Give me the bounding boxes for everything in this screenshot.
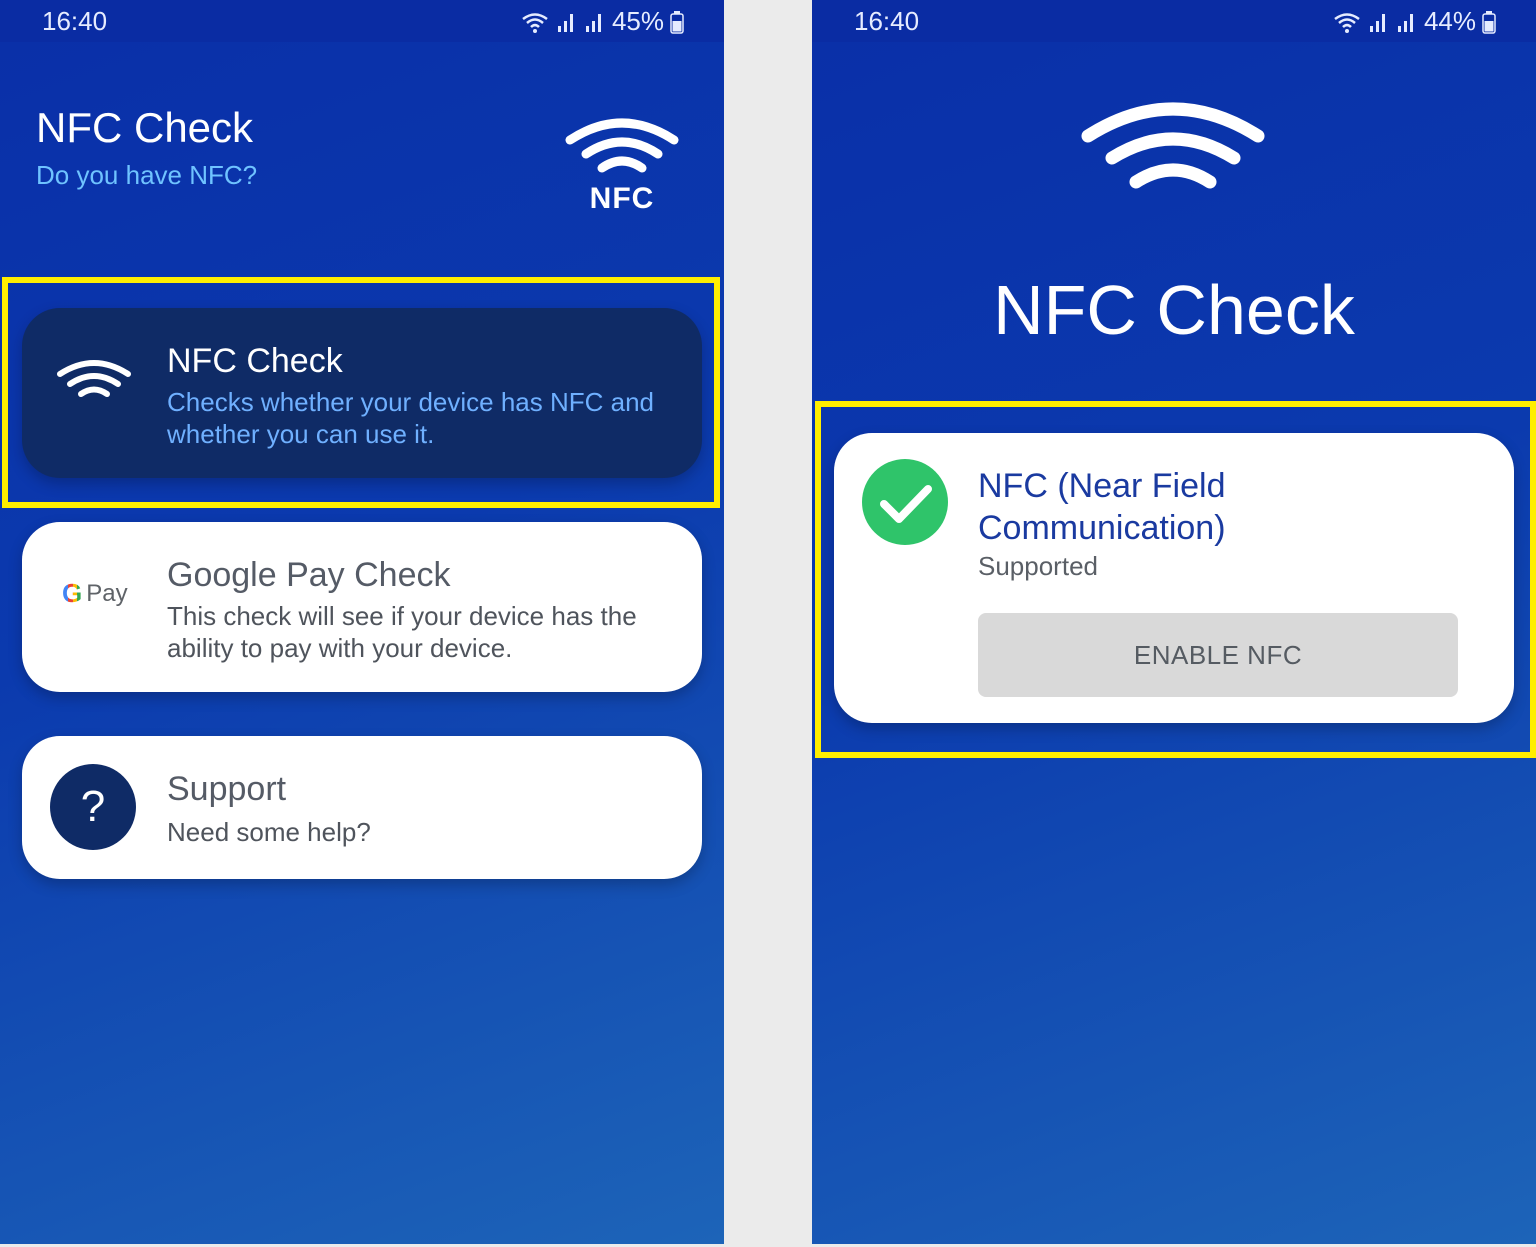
card-title: Support (167, 770, 287, 808)
status-bar: 16:40 44% (812, 0, 1536, 42)
signal-icon (1397, 13, 1413, 32)
card-description: This check will see if your device has t… (167, 601, 637, 663)
nfc-waves-icon (57, 360, 131, 397)
battery-percent: 45% (611, 6, 664, 36)
question-icon: ? (50, 764, 136, 850)
pay-text: Pay (86, 579, 128, 607)
battery-icon (670, 10, 684, 34)
nfc-logo-icon (1081, 102, 1265, 189)
nfc-check-card[interactable]: NFC Check Checks whether your device has… (22, 308, 702, 478)
app-title: NFC Check (36, 104, 254, 151)
status-time: 16:40 (42, 6, 108, 36)
result-title: NFC (Near Field Communication) (978, 467, 1226, 547)
nfc-result-card: NFC (Near Field Communication) Supported… (834, 433, 1514, 723)
app-subtitle: Do you have NFC? (36, 160, 258, 190)
google-pay-logo: G Pay (62, 578, 128, 609)
status-bar: 16:40 45% (0, 0, 724, 42)
google-pay-check-card[interactable]: G Pay Google Pay Check This check will s… (22, 522, 702, 692)
card-description: Checks whether your device has NFC and w… (167, 387, 655, 449)
card-title: NFC Check (167, 342, 343, 380)
support-card[interactable]: ? Support Need some help? (22, 736, 702, 879)
left-phone-screen: 16:40 45% NFC Check Do you have NFC? NFC… (0, 0, 724, 1244)
battery-percent: 44% (1423, 6, 1476, 36)
nfc-logo-text: NFC (589, 182, 655, 215)
signal-icon (585, 13, 601, 32)
signal-icon (1369, 13, 1385, 32)
enable-nfc-button[interactable]: ENABLE NFC (978, 613, 1458, 697)
card-description: Need some help? (167, 817, 371, 847)
status-icons: 45% (520, 6, 684, 37)
check-icon (862, 459, 948, 545)
wifi-icon (522, 12, 548, 33)
status-time: 16:40 (854, 6, 920, 36)
card-title: Google Pay Check (167, 556, 451, 594)
battery-icon (1482, 10, 1496, 34)
page-title: NFC Check (993, 271, 1355, 349)
result-status: Supported (978, 551, 1098, 581)
signal-icon (557, 13, 573, 32)
checkmark-icon (880, 485, 932, 523)
right-phone-screen: 16:40 44% NFC Check NFC (Near Field Comm… (812, 0, 1536, 1244)
wifi-icon (1334, 12, 1360, 33)
status-icons: 44% (1332, 6, 1496, 37)
google-g-icon: G (62, 578, 83, 608)
